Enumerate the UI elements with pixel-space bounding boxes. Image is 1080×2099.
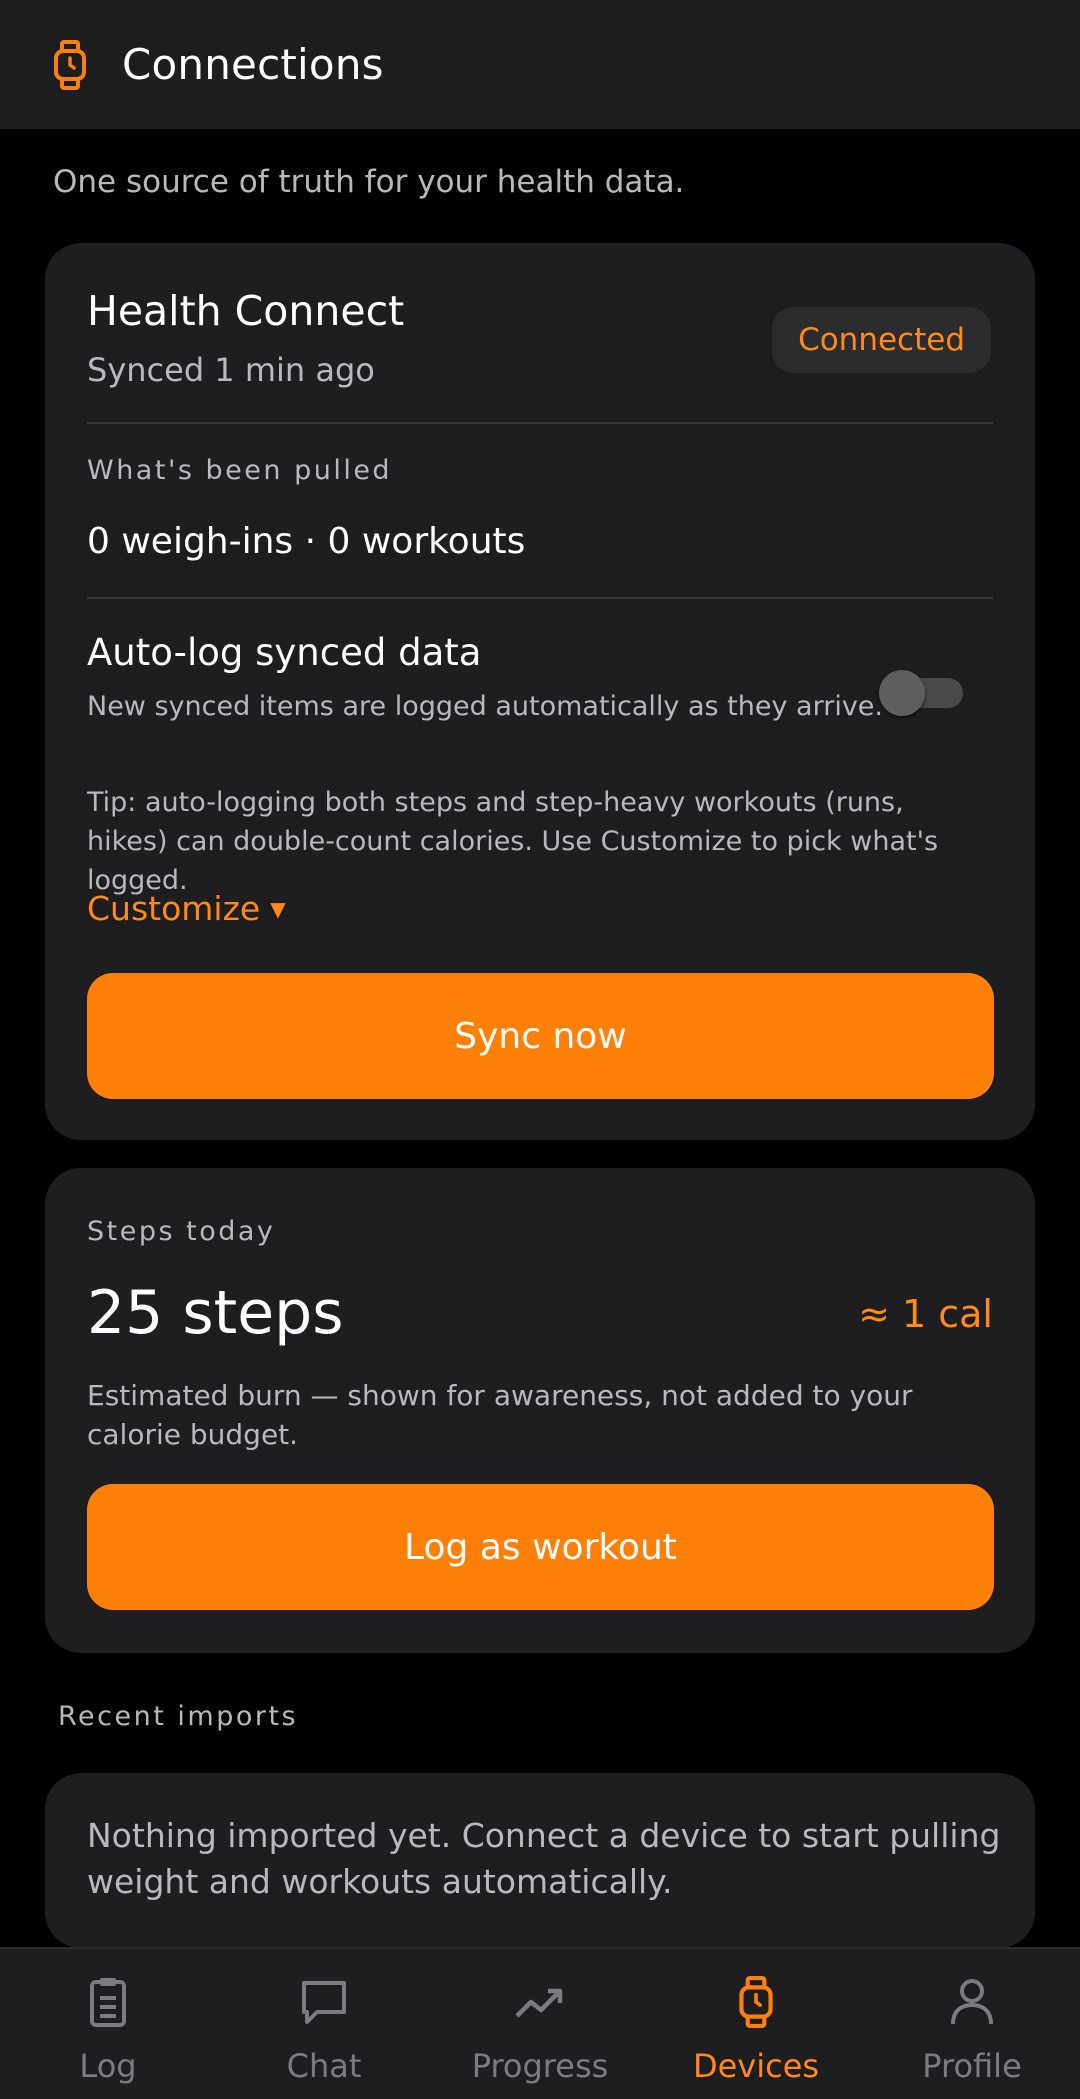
caret-down-icon: ▼ — [270, 896, 286, 921]
customize-label: Customize — [87, 889, 261, 928]
autolog-description: New synced items are logged automaticall… — [87, 691, 883, 722]
connections-screen: Connections One source of truth for your… — [0, 0, 1080, 2099]
divider — [87, 597, 993, 599]
autolog-toggle[interactable] — [879, 666, 963, 716]
health-connect-card: Health Connect Synced 1 min ago Connecte… — [45, 243, 1035, 1140]
empty-state-text: Nothing imported yet. Connect a device t… — [87, 1816, 1001, 1901]
steps-label: Steps today — [87, 1216, 276, 1247]
page-title: Connections — [122, 40, 384, 89]
clipboard-icon — [81, 1975, 135, 2029]
nav-item-log[interactable]: Log — [0, 1949, 216, 2099]
watch-icon — [52, 39, 88, 91]
toggle-thumb — [879, 670, 925, 716]
recent-imports-heading: Recent imports — [58, 1701, 299, 1732]
watch-icon — [729, 1975, 783, 2029]
nav-item-progress[interactable]: Progress — [432, 1949, 648, 2099]
health-connect-title: Health Connect — [87, 287, 405, 335]
bottom-navigation: Log Chat Progress Devices Profile — [0, 1947, 1080, 2099]
nav-item-chat[interactable]: Chat — [216, 1949, 432, 2099]
nav-label: Devices — [692, 2047, 820, 2085]
steps-note: Estimated burn — shown for awareness, no… — [87, 1379, 913, 1451]
trending-up-icon — [513, 1975, 567, 2029]
recent-imports-card: Nothing imported yet. Connect a device t… — [45, 1773, 1035, 1948]
pulled-summary: 0 weigh-ins · 0 workouts — [87, 521, 526, 562]
sync-now-button[interactable]: Sync now — [87, 973, 994, 1099]
chat-icon — [297, 1975, 351, 2029]
nav-item-devices[interactable]: Devices — [648, 1949, 864, 2099]
log-as-workout-button[interactable]: Log as workout — [87, 1484, 994, 1610]
top-app-bar: Connections — [0, 0, 1080, 129]
autolog-title: Auto-log synced data — [87, 631, 482, 674]
double-count-tip: Tip: auto-logging both steps and step-he… — [87, 787, 939, 896]
pulled-label: What's been pulled — [87, 455, 393, 486]
nav-label: Progress — [471, 2047, 609, 2085]
nav-label: Log — [79, 2047, 137, 2085]
page-tagline: One source of truth for your health data… — [53, 164, 685, 200]
nav-label: Profile — [922, 2047, 1022, 2085]
steps-count: 25 steps — [87, 1278, 344, 1348]
steps-calories: ≈ 1 cal — [858, 1292, 993, 1336]
divider — [87, 422, 993, 424]
customize-link[interactable]: Customize ▼ — [87, 889, 286, 928]
connection-status-badge: Connected — [772, 307, 991, 373]
sync-status-text: Synced 1 min ago — [87, 351, 375, 389]
nav-item-profile[interactable]: Profile — [864, 1949, 1080, 2099]
person-icon — [945, 1975, 999, 2029]
nav-label: Chat — [286, 2047, 362, 2085]
steps-card: Steps today 25 steps ≈ 1 cal Estimated b… — [45, 1168, 1035, 1653]
